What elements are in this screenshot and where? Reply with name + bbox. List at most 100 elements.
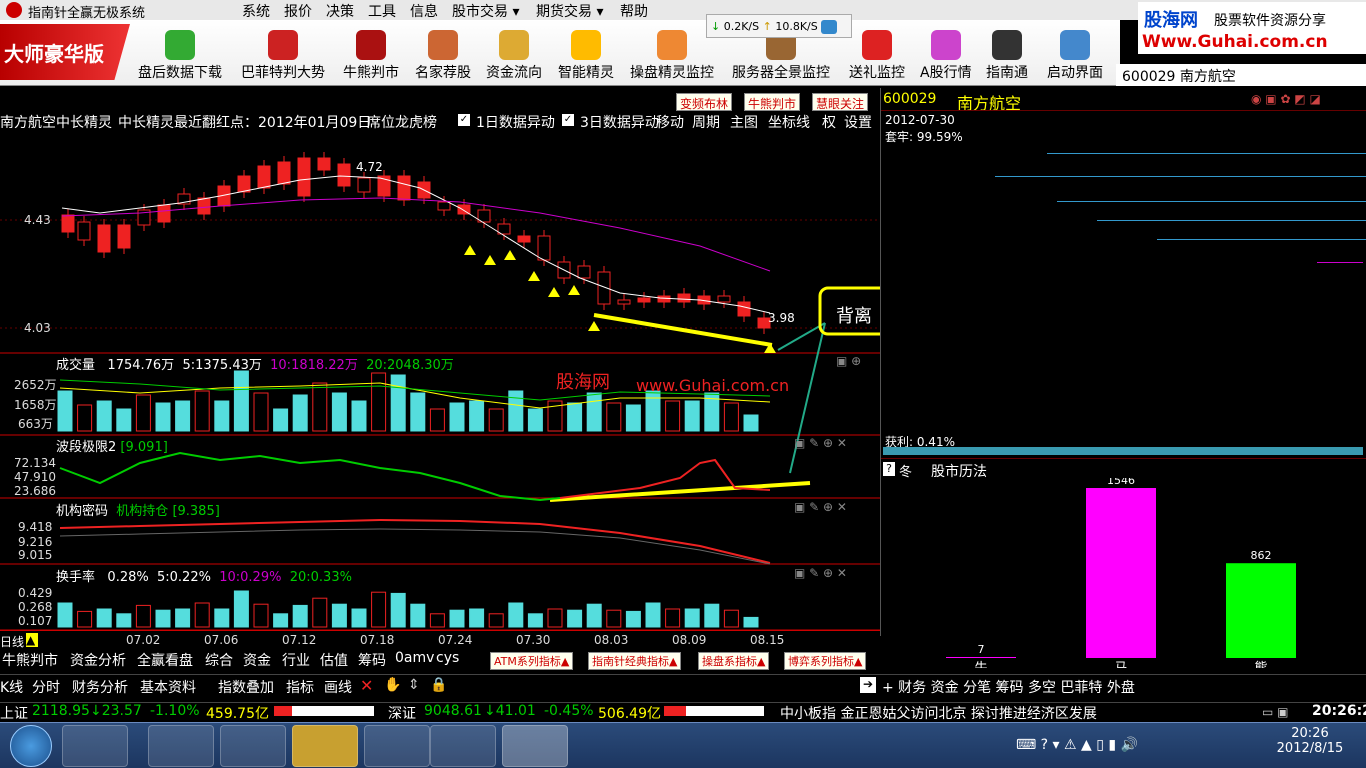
brand-banner: 大师豪华版 [0,24,130,80]
history-bar-label: 马 [1114,661,1127,668]
indicator-tab[interactable]: 指标 [286,677,314,697]
candle [77,221,91,241]
startup-screen-button[interactable]: 启动界面 [1047,30,1103,82]
taskbar-app-icon[interactable] [220,725,286,767]
taskbar-explorer-icon[interactable] [430,725,496,767]
volume-bar [586,392,602,432]
volume-bar [331,392,347,432]
trapped-ratio: 套牢: 99.59% [885,130,963,144]
right-tools-icon[interactable]: ◉ ▣ ✿ ◩ ◪ [1251,92,1321,106]
menu-decision[interactable]: 决策 [326,1,354,21]
help-icon[interactable]: ? [883,462,895,476]
volume-bar [449,402,465,432]
kline-tab[interactable]: K线 [0,677,23,697]
divergence-line-indicator [549,481,811,502]
index-overlay-tab[interactable]: 指数叠加 [218,677,274,697]
date-tick: 07.18 [360,633,395,647]
atm-indicator-button[interactable]: ATM系列指标▲ [490,652,574,670]
turnover-bar [273,613,289,628]
compass-button[interactable]: 指南通 [986,30,1028,82]
ad-banner[interactable]: 股海网 股票软件资源分享 Www.Guhai.com.cn [1138,2,1366,54]
min-price-label: 3.98 [768,311,795,325]
turnover-title: 换手率 0.28% 5:0.22% 10:0.29% 20:0.33% [56,570,352,585]
trading-indicator-button[interactable]: 操盘系指标▲ [698,652,770,670]
date-tick: 07.06 [204,633,239,647]
tab-quanying[interactable]: 全赢看盘 [137,650,193,670]
download-data-button[interactable]: 盘后数据下载 [138,30,222,82]
menu-stock-trade[interactable]: 股市交易 ▾ [452,1,519,21]
history-bar-value: 862 [1251,549,1272,562]
hand-icon[interactable]: ✋ [384,677,401,693]
panel-controls-icon[interactable]: ▣ ⊕ [836,354,861,368]
tab-overview[interactable]: 综合 [205,650,233,670]
buffett-button[interactable]: 巴菲特判大势 [241,30,325,82]
news-ticker[interactable]: 中小板指 金正恩姑父访问北京 探讨推进经济区发展 [780,703,1097,723]
panel-controls-icon[interactable]: ▣ ✎ ⊕ ✕ [794,436,847,450]
fund-flow-button[interactable]: 资金流向 [486,30,542,82]
tab-fund[interactable]: 资金 [243,650,271,670]
gift-monitor-button[interactable]: 送礼监控 [849,30,905,82]
delete-icon[interactable]: ✕ [360,676,373,695]
trading-elf-icon [657,30,687,60]
turnover-bar [723,609,739,628]
menu-help[interactable]: 帮助 [620,1,648,21]
turnover-bar [527,613,543,628]
period-toggle-icon[interactable]: ▲ [26,633,38,647]
right-panel: 600029 南方航空 ◉ ▣ ✿ ◩ ◪ 2012-07-30 套牢: 99.… [880,88,1366,668]
candle [597,271,611,305]
smart-elf-button[interactable]: 智能精灵 [558,30,614,82]
turnover-bar [57,602,73,628]
start-button-icon[interactable] [10,725,52,767]
menu-tools[interactable]: 工具 [368,1,396,21]
right-tabs[interactable]: + 财务 资金 分笔 筹码 多空 巴菲特 外盘 [882,677,1135,697]
tab-0amv[interactable]: 0amv [395,650,434,666]
bull-bear-button[interactable]: 牛熊判市 [343,30,399,82]
tab-chips[interactable]: 筹码 [358,650,386,670]
taskbar-app-icon[interactable] [364,725,430,767]
taskbar-app-icon[interactable] [292,725,358,767]
volume-bar [175,400,191,432]
menu-futures-trade[interactable]: 期货交易 ▾ [536,1,603,21]
candle [397,175,411,201]
tab-industry[interactable]: 行业 [282,650,310,670]
volume-bar [488,408,504,432]
expert-picks-button[interactable]: 名家荐股 [415,30,471,82]
a-share-button[interactable]: A股行情 [920,30,972,82]
signal-triangle [504,250,516,260]
clock[interactable]: 20:26 2012/8/15 [1258,726,1362,756]
finance-tab[interactable]: 财务分析 [72,677,128,697]
expand-arrow-icon[interactable]: ➔ [860,677,876,693]
taskbar-app-icon[interactable] [502,725,568,767]
taskbar-app-icon[interactable] [62,725,128,767]
sz-index: 9048.61 [424,703,482,719]
panel-controls-icon[interactable]: ▣ ✎ ⊕ ✕ [794,500,847,514]
candle [637,297,651,303]
tab-bull-bear[interactable]: 牛熊判市 [2,650,58,670]
menu-system[interactable]: 系统 [242,1,270,21]
menu-info[interactable]: 信息 [410,1,438,21]
tray-icons[interactable]: ⌨ ? ▾ ⚠ ▲ ▯ ▮ 🔊 [1016,737,1138,753]
taskbar-ie-icon[interactable] [148,725,214,767]
move-vertical-icon[interactable]: ⇕ [408,677,420,693]
tab-valuation[interactable]: 估值 [320,650,348,670]
divergence-line-price [593,313,773,347]
turnover-bar [155,609,171,628]
trading-elf-button[interactable]: 操盘精灵监控 [630,30,714,82]
draw-tab[interactable]: 画线 [324,677,352,697]
timeshare-tab[interactable]: 分时 [32,677,60,697]
game-indicator-button[interactable]: 博弈系列指标▲ [784,652,867,670]
panel-controls-icon[interactable]: ▣ ✎ ⊕ ✕ [794,566,847,580]
date-tick: 08.09 [672,633,707,647]
menu-quote[interactable]: 报价 [284,1,312,21]
volume-title: 成交量 1754.76万 5:1375.43万 10:1818.22万 20:2… [56,358,454,373]
ie-icon[interactable] [821,20,838,34]
ticker-tools-icon[interactable]: ▭ ▣ [1262,705,1289,719]
date-tick: 07.30 [516,633,551,647]
tab-fund-analysis[interactable]: 资金分析 [70,650,126,670]
volume-bar [135,394,151,432]
classic-indicator-button[interactable]: 指南针经典指标▲ [588,652,682,670]
tab-cys[interactable]: cys [436,650,459,666]
date-tick: 07.24 [438,633,473,647]
lock-icon[interactable]: 🔒 [430,677,447,693]
basic-info-tab[interactable]: 基本资料 [140,677,196,697]
